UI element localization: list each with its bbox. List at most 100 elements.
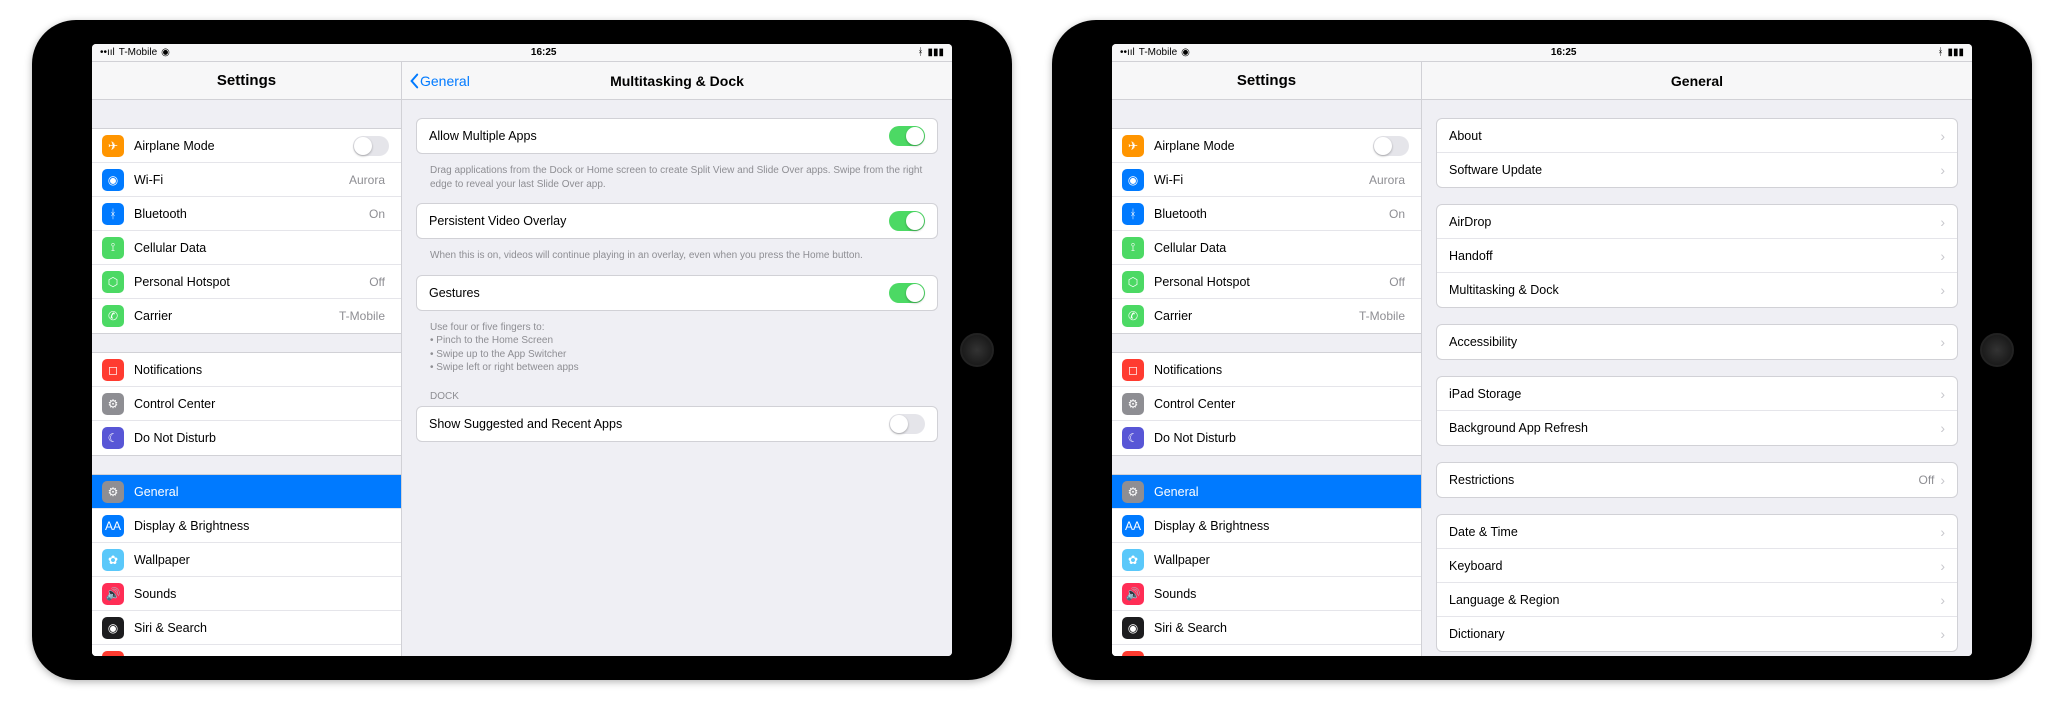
moon-icon: ☾	[102, 427, 124, 449]
switches-icon: ⚙	[102, 393, 124, 415]
signal-icon: ••ııl	[1120, 47, 1135, 58]
sidebar-item-bluetooth[interactable]: ᚼBluetoothOn	[92, 197, 401, 231]
chevron-right-icon: ›	[1940, 214, 1945, 230]
sidebar-item-general[interactable]: ⚙General	[92, 475, 401, 509]
sidebar-item-label: Bluetooth	[134, 207, 369, 221]
settings-sidebar: Settings ✈Airplane Mode◉Wi-FiAuroraᚼBlue…	[92, 62, 402, 656]
sidebar-item-label: General	[1154, 485, 1409, 499]
general-row-airdrop[interactable]: AirDrop›	[1437, 205, 1957, 239]
general-row-software-update[interactable]: Software Update›	[1437, 153, 1957, 187]
caption: Drag applications from the Dock or Home …	[416, 160, 938, 203]
general-row-accessibility[interactable]: Accessibility›	[1437, 325, 1957, 359]
sidebar-item-dnd[interactable]: ☾Do Not Disturb	[1112, 421, 1421, 455]
sidebar-item-bluetooth[interactable]: ᚼBluetoothOn	[1112, 197, 1421, 231]
sidebar-item-sounds[interactable]: 🔊Sounds	[1112, 577, 1421, 611]
general-row-handoff[interactable]: Handoff›	[1437, 239, 1957, 273]
gestures-switch[interactable]	[889, 283, 925, 303]
sidebar-item-siri[interactable]: ◉Siri & Search	[1112, 611, 1421, 645]
sidebar-item-label: Wallpaper	[1154, 553, 1409, 567]
sidebar-item-wallpaper[interactable]: ✿Wallpaper	[92, 543, 401, 577]
home-button[interactable]	[1980, 333, 2014, 367]
sidebar-item-hotspot[interactable]: ⬡Personal HotspotOff	[92, 265, 401, 299]
allow-multiple-apps-switch[interactable]	[889, 126, 925, 146]
row-label: Keyboard	[1449, 559, 1940, 573]
general-row-date-time[interactable]: Date & Time›	[1437, 515, 1957, 549]
sidebar-item-notifications[interactable]: ◻Notifications	[92, 353, 401, 387]
show-suggested-switch[interactable]	[889, 414, 925, 434]
caption: When this is on, videos will continue pl…	[416, 245, 938, 275]
sidebar-item-controlcenter[interactable]: ⚙Control Center	[92, 387, 401, 421]
airplane-switch[interactable]	[353, 136, 389, 156]
sidebar-item-label: General	[134, 485, 389, 499]
sidebar-item-hotspot[interactable]: ⬡Personal HotspotOff	[1112, 265, 1421, 299]
wifi-icon: ◉	[102, 169, 124, 191]
general-row-restrictions[interactable]: RestrictionsOff›	[1437, 463, 1957, 497]
general-row-language-region[interactable]: Language & Region›	[1437, 583, 1957, 617]
general-row-multitasking-dock[interactable]: Multitasking & Dock›	[1437, 273, 1957, 307]
sidebar-item-label: Display & Brightness	[134, 519, 389, 533]
general-row-dictionary[interactable]: Dictionary›	[1437, 617, 1957, 651]
sidebar-item-carrier[interactable]: ✆CarrierT-Mobile	[92, 299, 401, 333]
statusbar: ••ııl T-Mobile ◉ 16:25 ᚼ ▮▮▮	[92, 44, 952, 62]
sidebar-item-cellular[interactable]: ⟟ Cellular Data	[92, 231, 401, 265]
sidebar-item-airplane[interactable]: ✈Airplane Mode	[1112, 129, 1421, 163]
sidebar-item-display[interactable]: AADisplay & Brightness	[92, 509, 401, 543]
sidebar-item-airplane[interactable]: ✈Airplane Mode	[92, 129, 401, 163]
fingerprint-icon: ◎	[1122, 651, 1144, 656]
general-row-keyboard[interactable]: Keyboard›	[1437, 549, 1957, 583]
signal-icon: ••ııl	[100, 47, 115, 58]
row-label: Persistent Video Overlay	[429, 214, 889, 228]
page-title: General	[1422, 73, 1972, 89]
sidebar-item-value: Off	[1389, 275, 1405, 289]
gestures-row[interactable]: Gestures	[417, 276, 937, 310]
chevron-right-icon: ›	[1940, 162, 1945, 178]
sidebar-item-cellular[interactable]: ⟟Cellular Data	[1112, 231, 1421, 265]
sidebar-item-controlcenter[interactable]: ⚙Control Center	[1112, 387, 1421, 421]
sidebar-item-label: Touch ID & Passcode	[134, 655, 389, 656]
allow-multiple-apps-row[interactable]: Allow Multiple Apps	[417, 119, 937, 153]
sidebar-item-display[interactable]: AADisplay & Brightness	[1112, 509, 1421, 543]
sidebar-item-label: Cellular Data	[134, 241, 389, 255]
sidebar-item-label: Wi-Fi	[134, 173, 349, 187]
sidebar-item-wifi[interactable]: ◉ Wi-FiAurora	[92, 163, 401, 197]
ipad-left: ••ııl T-Mobile ◉ 16:25 ᚼ ▮▮▮ Settings ✈A…	[32, 20, 1012, 680]
sidebar-item-carrier[interactable]: ✆CarrierT-Mobile	[1112, 299, 1421, 333]
ipad-right: ••ııl T-Mobile ◉ 16:25 ᚼ ▮▮▮ Settings ✈A…	[1052, 20, 2032, 680]
antenna-icon: ⟟	[102, 237, 124, 259]
sidebar-item-touchid[interactable]: ◎Touch ID & Passcode	[1112, 645, 1421, 656]
battery-icon: ▮▮▮	[927, 47, 944, 58]
row-label: iPad Storage	[1449, 387, 1940, 401]
persistent-video-overlay-row[interactable]: Persistent Video Overlay	[417, 204, 937, 238]
sidebar-item-label: Personal Hotspot	[1154, 275, 1389, 289]
home-button[interactable]	[960, 333, 994, 367]
row-label: Accessibility	[1449, 335, 1940, 349]
sidebar-item-wifi[interactable]: ◉Wi-FiAurora	[1112, 163, 1421, 197]
clock: 16:25	[531, 47, 557, 58]
fingerprint-icon: ◎	[102, 651, 124, 656]
sidebar-item-siri[interactable]: ◉Siri & Search	[92, 611, 401, 645]
link-icon: ⬡	[102, 271, 124, 293]
sidebar-item-value: Aurora	[349, 173, 385, 187]
general-row-about[interactable]: About›	[1437, 119, 1957, 153]
bell-icon: ◻	[1122, 359, 1144, 381]
sidebar-item-notifications[interactable]: ◻Notifications	[1112, 353, 1421, 387]
chevron-right-icon: ›	[1940, 248, 1945, 264]
chevron-right-icon: ›	[1940, 128, 1945, 144]
airplane-switch[interactable]	[1373, 136, 1409, 156]
sidebar-item-label: Cellular Data	[1154, 241, 1409, 255]
general-row-ipad-storage[interactable]: iPad Storage›	[1437, 377, 1957, 411]
bluetooth-status-icon: ᚼ	[917, 47, 923, 58]
back-button[interactable]: General	[402, 73, 470, 89]
sidebar-item-dnd[interactable]: ☾Do Not Disturb	[92, 421, 401, 455]
siri-icon: ◉	[102, 617, 124, 639]
persistent-video-overlay-switch[interactable]	[889, 211, 925, 231]
sidebar-item-general[interactable]: ⚙General	[1112, 475, 1421, 509]
sidebar-item-sounds[interactable]: 🔊Sounds	[92, 577, 401, 611]
bluetooth-icon: ᚼ	[1122, 203, 1144, 225]
sidebar-item-label: Bluetooth	[1154, 207, 1389, 221]
phone-icon: ✆	[1122, 305, 1144, 327]
show-suggested-row[interactable]: Show Suggested and Recent Apps	[417, 407, 937, 441]
sidebar-item-touchid[interactable]: ◎ Touch ID & Passcode	[92, 645, 401, 656]
general-row-background-app-refresh[interactable]: Background App Refresh›	[1437, 411, 1957, 445]
sidebar-item-wallpaper[interactable]: ✿Wallpaper	[1112, 543, 1421, 577]
